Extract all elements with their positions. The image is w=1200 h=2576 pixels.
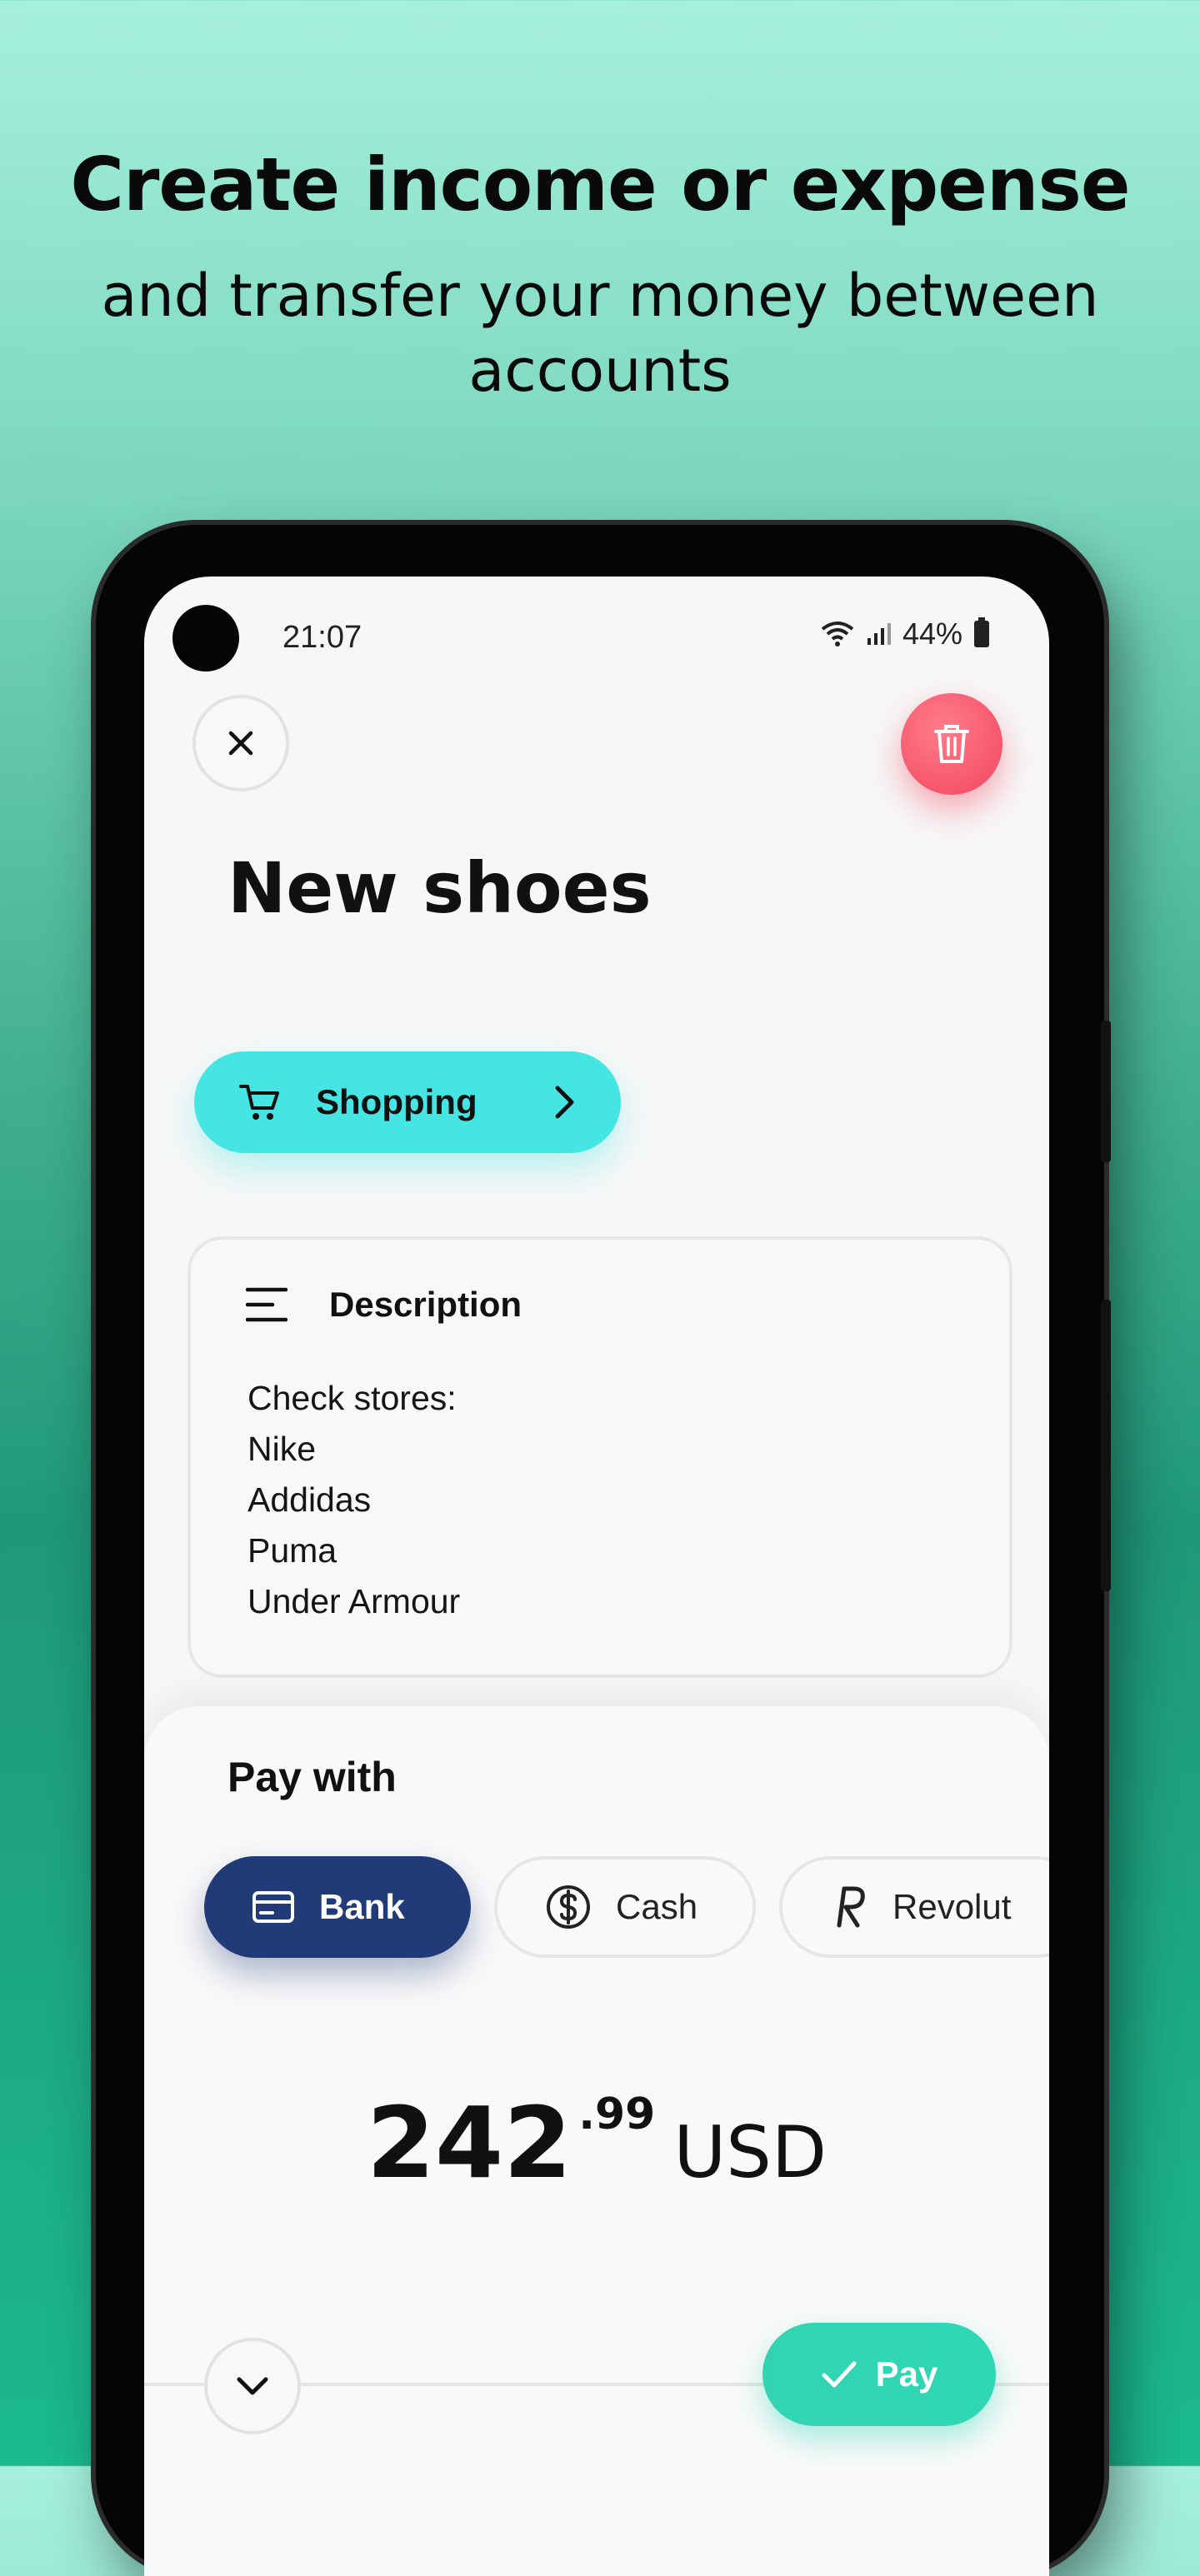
description-line: Nike	[248, 1430, 317, 1468]
pay-button[interactable]: Pay	[762, 2323, 996, 2426]
description-label: Description	[329, 1285, 522, 1324]
description-text[interactable]: Check stores: Nike Addidas Puma Under Ar…	[248, 1373, 460, 1627]
status-time: 21:07	[282, 620, 362, 655]
dollar-icon	[547, 1885, 590, 1929]
camera-cutout	[172, 605, 239, 671]
battery-percent: 44%	[902, 617, 962, 651]
transaction-title[interactable]: New shoes	[228, 847, 652, 929]
chevron-right-icon	[555, 1086, 574, 1119]
checkmark-icon	[822, 2361, 857, 2388]
description-line: Check stores:	[248, 1379, 457, 1417]
description-line: Puma	[248, 1531, 338, 1570]
pay-with-title: Pay with	[228, 1754, 397, 1800]
revolut-icon	[837, 1886, 865, 1928]
account-label: Bank	[319, 1887, 405, 1926]
volume-button	[1101, 1021, 1111, 1162]
promo-subline: and transfer your money between accounts	[101, 262, 1099, 405]
shopping-cart-icon	[239, 1085, 279, 1120]
app-screen: 21:07 44% New shoes Shopping Description…	[144, 577, 1049, 2576]
close-button[interactable]	[192, 695, 289, 791]
pay-sheet: Pay with Bank Cash Revolut 242 .99 USD P…	[144, 1706, 1049, 2576]
collapse-button[interactable]	[204, 2338, 301, 2434]
description-card[interactable]: Description Check stores: Nike Addidas P…	[188, 1236, 1012, 1678]
power-button	[1101, 1300, 1111, 1591]
phone-frame: 21:07 44% New shoes Shopping Description…	[96, 525, 1111, 2576]
text-lines-icon	[246, 1287, 288, 1322]
chevron-down-icon	[237, 2377, 268, 2395]
description-line: Under Armour	[248, 1582, 461, 1620]
card-icon	[252, 1891, 294, 1923]
amount-currency: USD	[673, 2111, 828, 2194]
category-chip[interactable]: Shopping	[194, 1051, 621, 1153]
account-chip-revolut[interactable]: Revolut	[779, 1856, 1049, 1958]
account-chip-bank[interactable]: Bank	[204, 1856, 471, 1958]
trash-icon	[934, 725, 969, 763]
account-label: Revolut	[892, 1887, 1012, 1926]
signal-icon	[867, 623, 891, 645]
amount-display[interactable]: 242.99 USD	[144, 2085, 1049, 2200]
close-icon	[228, 731, 253, 756]
promo-headline: Create income or expense	[70, 142, 1130, 227]
account-label: Cash	[616, 1887, 698, 1926]
account-chip-cash[interactable]: Cash	[494, 1856, 756, 1958]
description-line: Addidas	[248, 1480, 372, 1519]
amount-integer: 242	[366, 2085, 572, 2200]
delete-button[interactable]	[901, 693, 1002, 795]
pay-label: Pay	[875, 2354, 938, 2394]
amount-decimal: .99	[578, 2089, 656, 2139]
category-label: Shopping	[316, 1082, 478, 1121]
wifi-icon	[821, 622, 854, 646]
battery-icon	[974, 617, 989, 647]
status-icons: 44%	[821, 617, 989, 651]
description-header: Description	[246, 1285, 522, 1325]
